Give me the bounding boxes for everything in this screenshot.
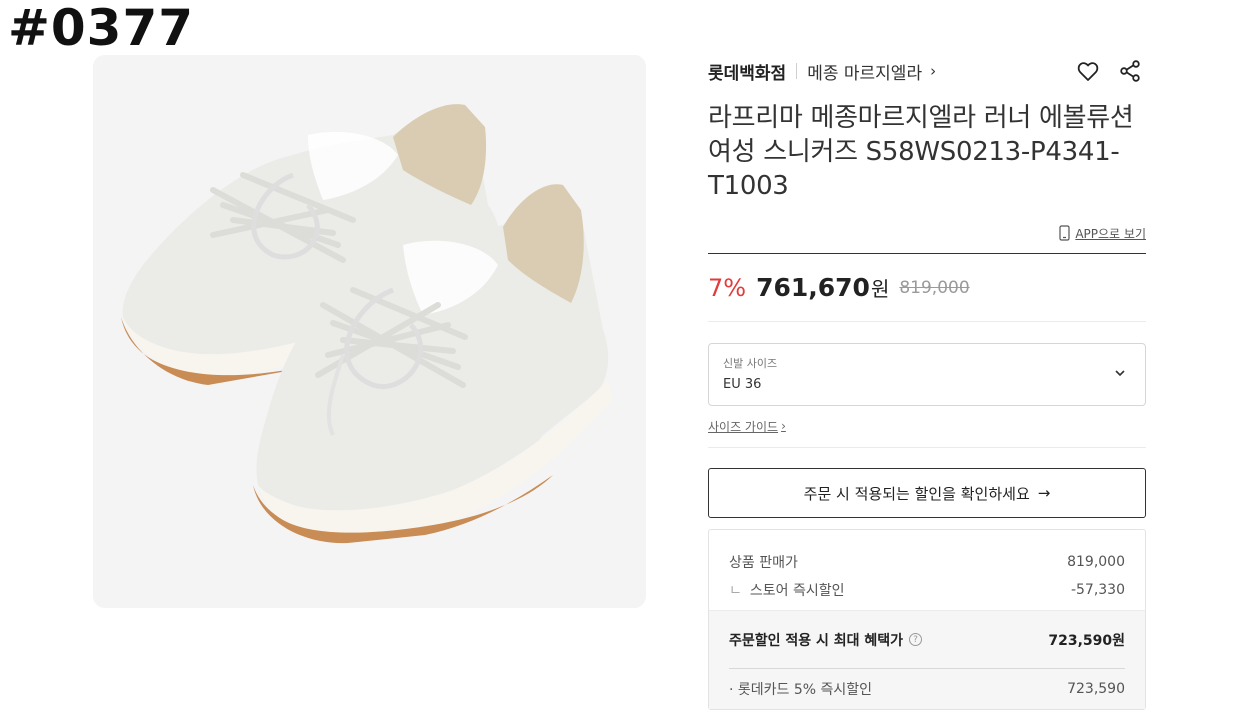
divider <box>708 447 1146 448</box>
mobile-icon <box>1059 225 1070 241</box>
store-name[interactable]: 롯데백화점 <box>708 59 786 84</box>
chevron-down-icon <box>1115 370 1125 377</box>
product-title: 라프리마 메종마르지엘라 러너 에볼류션 여성 스니커즈 S58WS0213-P… <box>708 103 1134 201</box>
max-benefit-label: 주문할인 적용 시 최대 혜택가 <box>729 632 904 649</box>
action-icons <box>1076 59 1142 83</box>
image-tag-label: #0377 <box>8 0 195 57</box>
heart-icon[interactable] <box>1076 59 1100 83</box>
card-discount-label: · 롯데카드 5% 즉시할인 <box>729 682 873 698</box>
size-select-value: EU 36 <box>723 377 762 392</box>
instant-discount-row: ㄴ 스토어 즉시할인 -57,330 <box>729 576 1125 604</box>
instant-discount-label: 스토어 즉시할인 <box>749 583 845 599</box>
sale-price-value: 819,000 <box>1067 554 1125 570</box>
max-benefit-row: 주문할인 적용 시 최대 혜택가 ? 723,590원 <box>709 610 1145 668</box>
price-row: 7% 761,670 원 819,000 <box>708 254 1146 322</box>
size-select[interactable]: 신발 사이즈 EU 36 <box>708 343 1146 406</box>
check-discount-button[interactable]: 주문 시 적용되는 할인을 확인하세요 → <box>708 468 1146 518</box>
app-view-link[interactable]: APP으로 보기 <box>708 221 1146 245</box>
sale-price: 761,670 <box>756 273 870 302</box>
discount-rate: 7% <box>708 273 747 302</box>
brand-separator <box>796 63 798 79</box>
size-guide-label: 사이즈 가이드 <box>708 419 779 434</box>
card-discount-section: · 롯데카드 5% 즉시할인 723,590 <box>709 668 1145 709</box>
product-image[interactable] <box>93 55 646 608</box>
instant-discount-value: -57,330 <box>1070 582 1125 598</box>
size-select-label: 신발 사이즈 <box>723 357 778 370</box>
brand-link[interactable]: 메종 마르지엘라 › <box>807 59 936 84</box>
sneakers-illustration <box>93 55 646 608</box>
chevron-right-icon: › <box>930 62 937 80</box>
brand-name: 메종 마르지엘라 <box>807 63 923 84</box>
chevron-right-icon: › <box>781 419 786 433</box>
original-price: 819,000 <box>899 277 970 298</box>
share-icon[interactable] <box>1118 59 1142 83</box>
sale-price-label: 상품 판매가 <box>729 555 798 571</box>
brand-row: 롯데백화점 메종 마르지엘라 › <box>708 55 1146 87</box>
info-icon[interactable]: ? <box>909 633 923 646</box>
sale-price-row: 상품 판매가 819,000 <box>729 548 1125 576</box>
currency-unit: 원 <box>870 277 890 301</box>
arrow-right-icon: → <box>1037 484 1051 502</box>
product-info-panel: 롯데백화점 메종 마르지엘라 › 라프리마 메종마르지엘라 러너 에볼류션 여성… <box>708 55 1146 710</box>
card-discount-value: 723,590 <box>1067 681 1125 697</box>
benefit-box: 상품 판매가 819,000 ㄴ 스토어 즉시할인 -57,330 주문할인 적용… <box>708 529 1146 710</box>
sub-item-mark: ㄴ <box>729 583 742 599</box>
app-view-label: APP으로 보기 <box>1075 226 1146 241</box>
size-guide-link[interactable]: 사이즈 가이드 › <box>708 417 1146 435</box>
check-discount-label: 주문 시 적용되는 할인을 확인하세요 <box>803 484 1030 503</box>
card-discount-row: · 롯데카드 5% 즉시할인 723,590 <box>729 669 1125 709</box>
price-breakdown: 상품 판매가 819,000 ㄴ 스토어 즉시할인 -57,330 <box>709 530 1145 610</box>
max-benefit-value: 723,590원 <box>1048 632 1125 649</box>
